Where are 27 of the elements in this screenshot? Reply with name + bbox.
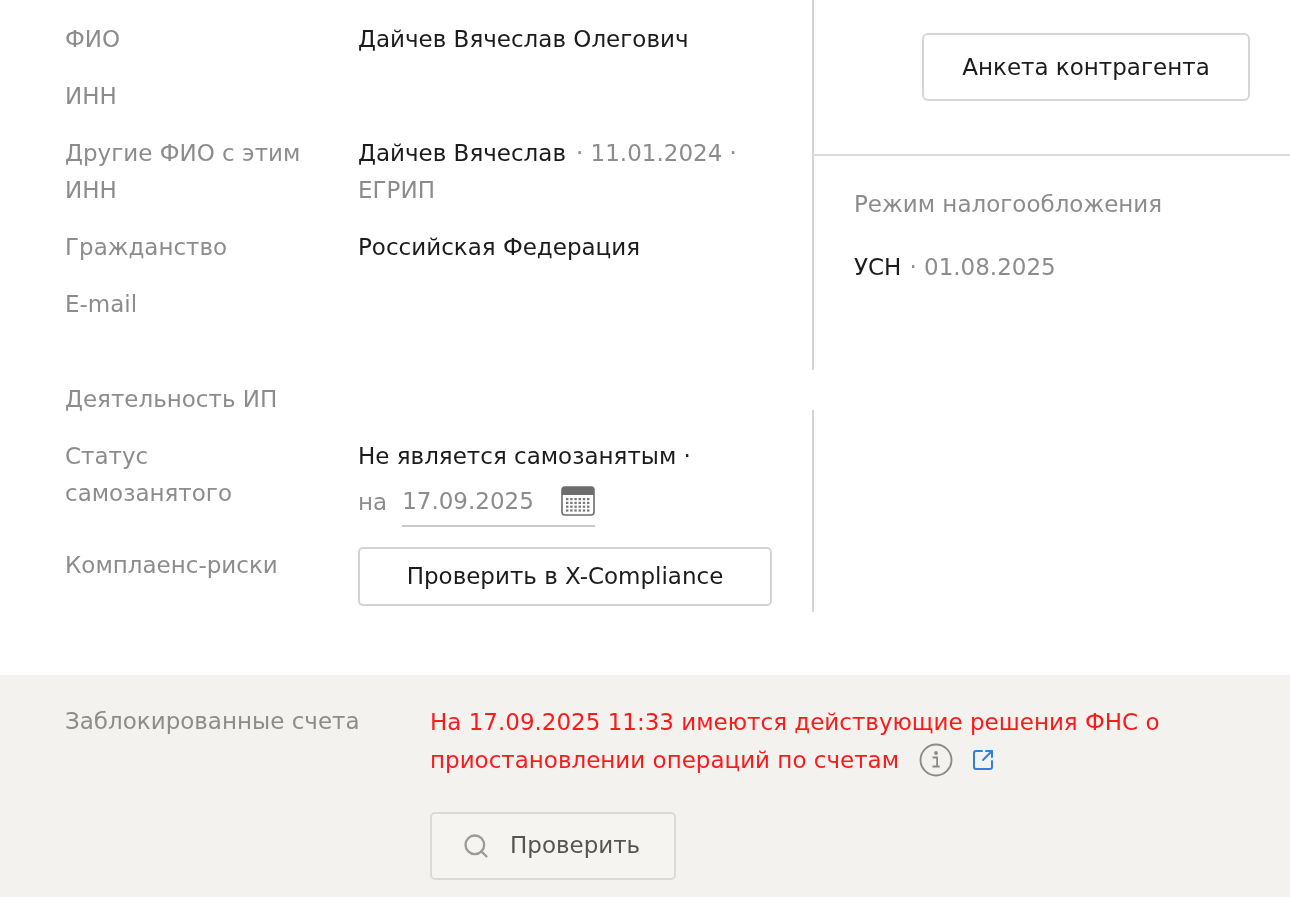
tax-regime-value: УСН — [854, 253, 902, 282]
name-source: ЕГРИП — [358, 176, 435, 205]
field-label: Другие ФИО с этим ИНН — [65, 139, 302, 205]
calendar-icon[interactable] — [561, 486, 596, 516]
field-label: ИНН — [65, 82, 118, 111]
search-icon — [462, 831, 490, 860]
tax-regime-label: Режим налогообложения — [854, 190, 1163, 219]
counterparty-form-button[interactable]: Анкета контрагента — [922, 33, 1250, 101]
external-link-icon[interactable] — [971, 747, 996, 772]
blocked-accounts-warning: На 17.09.2025 11:33 имеются действующие решения ФНС о приостановлении операций по счетам — [430, 709, 1160, 773]
person-name: Дайчев Вячеслав — [358, 139, 566, 168]
name-date: · 11.01.2024 · — [575, 139, 737, 168]
info-icon[interactable] — [919, 742, 954, 777]
date-prefix: на — [358, 487, 388, 517]
field-value: Российская Федерация — [358, 234, 641, 260]
blocked-accounts-label: Заблокированные счета — [65, 707, 361, 736]
field-value: Дайчев Вячеслав Олегович — [358, 26, 689, 52]
compliance-button[interactable]: Проверить в X-Compliance — [358, 547, 772, 606]
field-label: Гражданство — [65, 233, 229, 262]
field-label: Комплаенс-риски — [65, 551, 279, 580]
status-value: Не является самозанятым · — [358, 442, 692, 471]
tax-regime-date: · 01.08.2025 — [909, 253, 1056, 282]
field-label: Деятельность ИП — [65, 385, 279, 414]
field-label: Статус самозанятого — [65, 442, 233, 508]
field-label: ФИО — [65, 25, 122, 54]
check-button[interactable]: Проверить — [430, 811, 676, 880]
field-label: E-mail — [65, 290, 139, 319]
